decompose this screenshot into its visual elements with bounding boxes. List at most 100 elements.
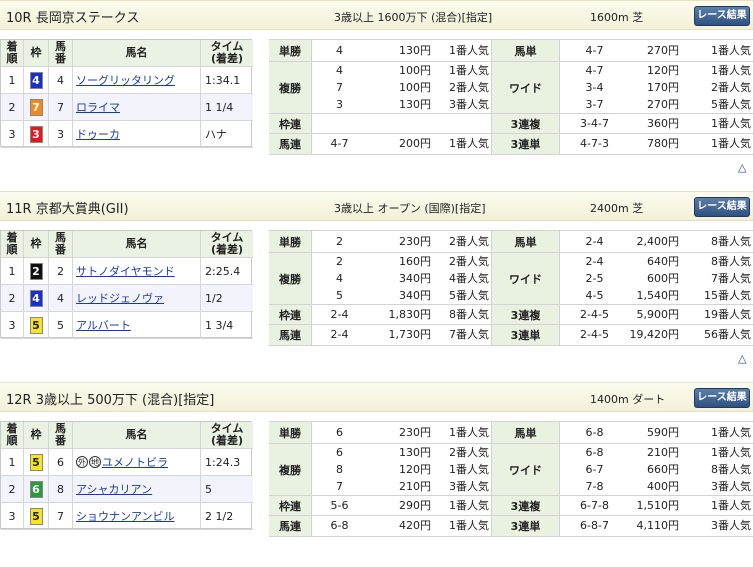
finisher-row: 2 6 8 アシャカリアン 5 <box>1 476 253 503</box>
payout-row: 馬連 3連単 2-4 1,730円 7番人気 2-4-5 19,420円 56番人気 <box>269 324 753 346</box>
horse-name-link[interactable]: サトノダイヤモンド <box>76 263 175 279</box>
horse-name-link[interactable]: ソーグリッタリング <box>76 72 175 88</box>
horse-name-link[interactable]: ショウナンアンビル <box>76 508 175 524</box>
horse-name-link[interactable]: アルバート <box>76 317 131 333</box>
race-result-button[interactable]: レース結果 <box>694 388 750 408</box>
finish-header-row: 着 順枠 馬 番 馬名 タイム (着差) <box>1 40 253 67</box>
popularity: 1番人気 <box>449 43 489 57</box>
time-cell: 5 <box>201 476 253 502</box>
combination-cell: 4-7 3-4 3-7 <box>559 62 629 113</box>
name-cell: 外地ユメノトビラ <box>73 449 201 475</box>
col-rank-header: 着 順 <box>6 231 18 256</box>
combination-cell: 2 4 5 <box>311 253 367 304</box>
popularity: 1番人気 <box>711 137 751 150</box>
col-waku-header: 枠 <box>30 237 42 250</box>
rank-cell: 3 <box>1 121 24 147</box>
payout-amount-cell: 100円 100円 130円 <box>367 62 433 113</box>
combination-lines: 6-8 <box>560 422 629 443</box>
time-cell: 1:24.3 <box>201 449 253 475</box>
col-time-header-cell: タイム (着差) <box>201 231 253 257</box>
payout-amount: 270円 <box>647 43 679 57</box>
payout-amount: 780円 <box>647 137 679 150</box>
combination-cell: 3-4-7 <box>559 114 629 133</box>
name-cell: アルバート <box>73 312 201 338</box>
payout-amount-cell: 780円 <box>629 134 681 154</box>
finisher-row: 1 5 6 外地ユメノトビラ 1:24.3 <box>1 449 253 476</box>
payout-amount: 19,420円 <box>629 328 680 341</box>
popularity-lines: 1番人気 <box>681 496 753 515</box>
combination-cell <box>311 114 367 133</box>
combination-cell: 2 <box>311 231 367 252</box>
popularity-cell: 1番人気 2番人気 5番人気 <box>681 62 753 113</box>
bet-type-label: 3連単 <box>491 325 559 345</box>
combination-lines: 4-7 3-4 3-7 <box>560 62 629 113</box>
col-uma-header-cell: 馬 番 <box>49 422 73 448</box>
payout-amount: 590円 <box>647 425 679 439</box>
horse-name-link[interactable]: ドゥーカ <box>76 126 120 142</box>
finisher-row: 1 4 4 ソーグリッタリング 1:34.1 <box>1 67 253 94</box>
rank-cell: 3 <box>1 312 24 338</box>
payout-amount: 420円 <box>399 519 431 532</box>
payout-amount-cell: 1,830円 <box>367 305 433 324</box>
combination: 4-7 <box>585 43 604 57</box>
bet-type-label: 3連単 <box>491 516 559 536</box>
combination-lines: 4-7 <box>560 40 629 61</box>
popularity-lines: 2番人気 4番人気 5番人気 <box>433 253 491 304</box>
col-time-header-cell: タイム (着差) <box>201 422 253 448</box>
popularity-cell: 2番人気 1番人気 3番人気 <box>433 444 491 495</box>
popularity-lines: 1番人気 <box>681 134 753 154</box>
payout-amount: 340円 <box>399 288 431 302</box>
horse-name-link[interactable]: レッドジェノヴァ <box>76 290 164 306</box>
popularity: 8番人気 <box>449 307 489 321</box>
col-waku-header-cell: 枠 <box>24 40 49 66</box>
popularity: 3番人気 <box>711 479 751 493</box>
finisher-row: 3 5 5 アルバート 1 3/4 <box>1 312 253 339</box>
combination-cell: 6-8 6-7 7-8 <box>559 444 629 495</box>
waku-cell: 7 <box>24 94 49 120</box>
combination: 2-4 <box>585 234 604 248</box>
horse-origin-badge: 外 <box>76 456 88 468</box>
back-to-top-icon[interactable]: △ <box>738 161 746 174</box>
name-cell: レッドジェノヴァ <box>73 285 201 311</box>
waku-cell: 4 <box>24 67 49 93</box>
payout-amount-cell: 130円 120円 210円 <box>367 444 433 495</box>
bet-type-label: 枠連 <box>269 114 311 133</box>
race-header: 12R 3歳以上 500万下 (混合)[指定] 1400m ダート レース結果 <box>0 382 753 412</box>
col-name-header: 馬名 <box>125 237 148 250</box>
payout-amount-lines: 5,900円 <box>629 305 681 324</box>
horse-name-link[interactable]: アシャカリアン <box>76 481 152 497</box>
name-cell: ドゥーカ <box>73 121 201 147</box>
combination: 6-8 <box>585 425 604 439</box>
race-result-button[interactable]: レース結果 <box>694 197 750 217</box>
horse-number: 8 <box>57 482 64 496</box>
horse-name-link[interactable]: ユメノトビラ <box>102 454 168 470</box>
back-to-top-icon[interactable]: △ <box>738 352 746 365</box>
bet-type-label: 馬連 <box>269 134 311 154</box>
payout-amount: 290円 <box>399 498 431 512</box>
popularity-cell: 1番人気 <box>681 422 753 443</box>
combination: 2-4 <box>585 254 604 268</box>
name-cell: サトノダイヤモンド <box>73 258 201 284</box>
waku-cell: 2 <box>24 258 49 284</box>
finish-time: 5 <box>205 482 212 496</box>
col-time-header: タイム (着差) <box>210 422 244 447</box>
payout-amount-cell: 290円 <box>367 496 433 515</box>
horse-name-link[interactable]: ロライマ <box>76 99 120 115</box>
time-cell: 1 1/4 <box>201 94 253 120</box>
rank-cell: 1 <box>1 258 24 284</box>
race-result-button[interactable]: レース結果 <box>694 6 750 26</box>
popularity-lines <box>433 114 491 133</box>
combination-cell: 6-8 <box>311 516 367 536</box>
rank-cell: 2 <box>1 476 24 502</box>
combination-cell: 2-4 <box>311 305 367 324</box>
col-uma-header: 馬 番 <box>55 231 66 256</box>
horse-number: 7 <box>57 100 64 114</box>
payout-amount: 2,400円 <box>636 234 680 248</box>
combination: 6 <box>336 425 343 439</box>
payout-row: 馬連 3連単 4-7 200円 1番人気 4-7-3 780円 1番人気 <box>269 133 753 155</box>
popularity-lines: 2番人気 1番人気 3番人気 <box>433 444 491 495</box>
combination-lines: 2-4-5 <box>560 305 629 324</box>
time-cell: 2:25.4 <box>201 258 253 284</box>
time-cell: ハナ <box>201 121 253 147</box>
popularity: 2番人気 <box>711 80 751 94</box>
